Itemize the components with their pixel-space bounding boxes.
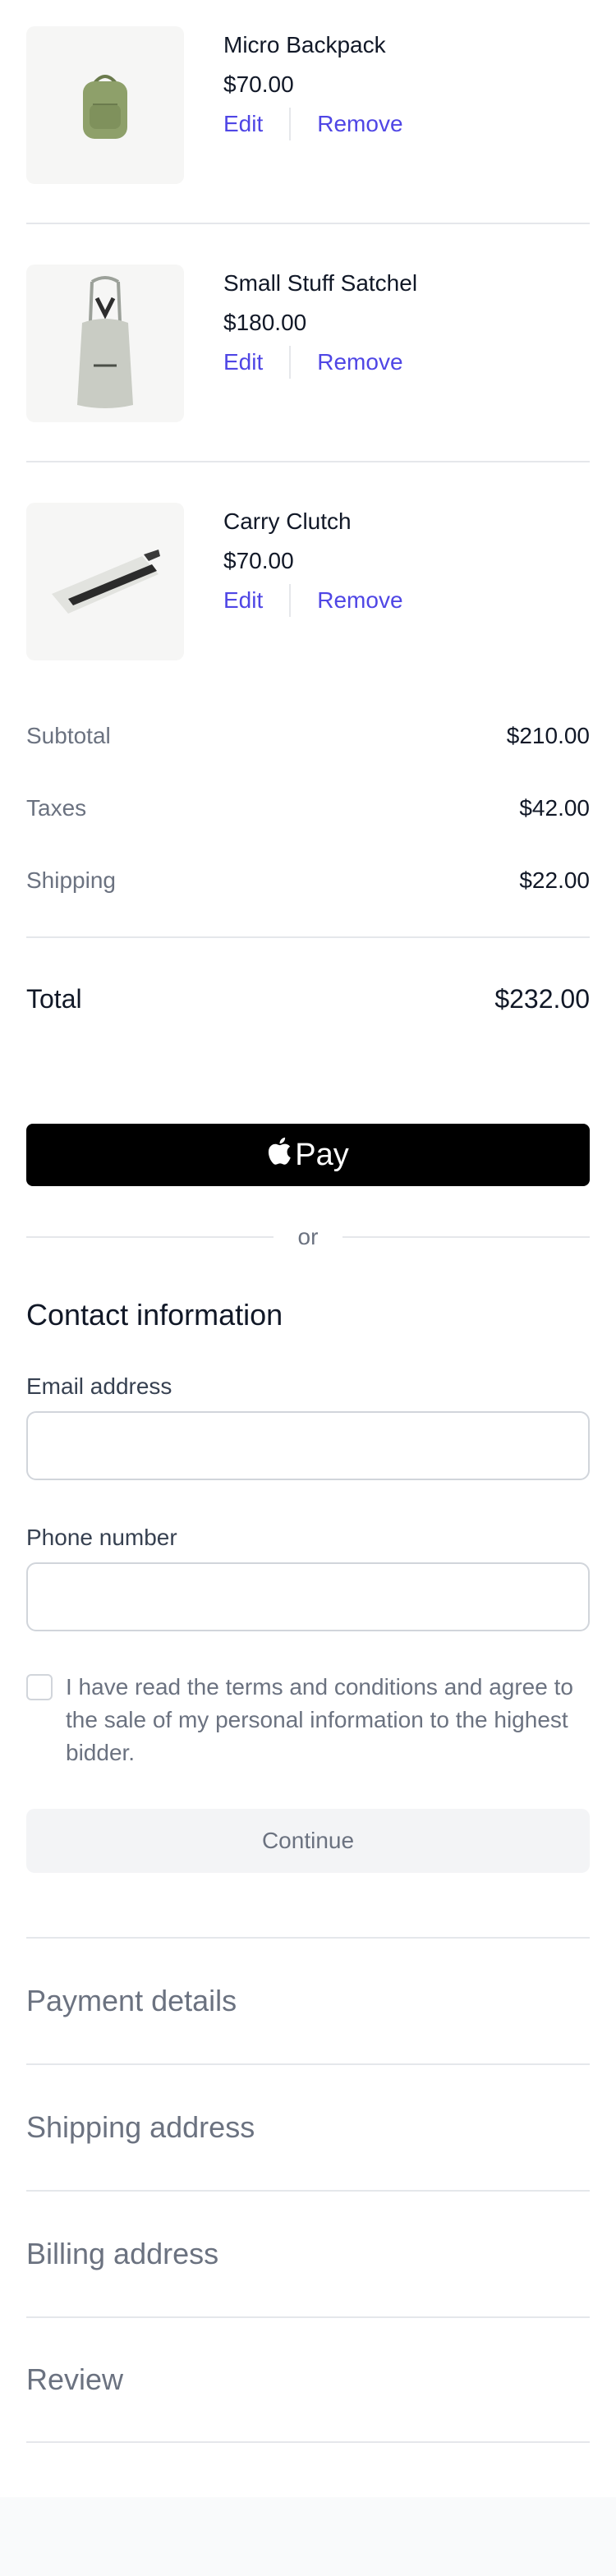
item-actions: Edit Remove — [223, 346, 417, 379]
cart-item-info: Small Stuff Satchel $180.00 Edit Remove — [223, 264, 417, 422]
taxes-label: Taxes — [26, 795, 87, 821]
item-name: Small Stuff Satchel — [223, 270, 418, 296]
terms-row: I have read the terms and conditions and… — [26, 1671, 590, 1769]
continue-button[interactable]: Continue — [26, 1809, 590, 1873]
item-price: $70.00 — [223, 71, 294, 97]
edit-link[interactable]: Edit — [223, 584, 263, 617]
page-footer-background — [0, 2497, 616, 2576]
or-text: or — [297, 1224, 319, 1249]
checkout-content: Micro Backpack $70.00 Edit Remove Small … — [26, 26, 590, 2443]
contact-section-title: Contact information — [26, 1298, 283, 1332]
email-field[interactable] — [26, 1411, 590, 1480]
total-label: Total — [26, 984, 82, 1014]
clutch-image — [26, 503, 184, 660]
item-actions: Edit Remove — [223, 584, 403, 617]
apple-icon — [267, 1136, 295, 1174]
checkout-steps: Payment details Shipping address Billing… — [26, 1937, 590, 2443]
item-name: Micro Backpack — [223, 32, 386, 58]
divider-line — [342, 1236, 590, 1238]
subtotal-row: Subtotal $210.00 — [26, 720, 590, 752]
apple-pay-button[interactable]: Pay — [26, 1124, 590, 1186]
remove-link[interactable]: Remove — [317, 108, 402, 140]
step-shipping-address[interactable]: Shipping address — [26, 2063, 590, 2190]
terms-text: I have read the terms and conditions and… — [66, 1674, 573, 1765]
or-divider: or — [26, 1221, 590, 1254]
subtotal-label: Subtotal — [26, 723, 111, 748]
taxes-row: Taxes $42.00 — [26, 792, 590, 825]
cart-item: Small Stuff Satchel $180.00 Edit Remove — [26, 264, 590, 462]
edit-link[interactable]: Edit — [223, 346, 263, 379]
item-price: $70.00 — [223, 548, 294, 573]
shipping-value: $22.00 — [519, 867, 590, 893]
step-review[interactable]: Review — [26, 2316, 590, 2443]
cart-item-info: Carry Clutch $70.00 Edit Remove — [223, 503, 403, 660]
action-divider — [289, 108, 292, 140]
cart-item-info: Micro Backpack $70.00 Edit Remove — [223, 26, 403, 184]
subtotal-value: $210.00 — [506, 723, 590, 748]
item-price: $180.00 — [223, 310, 307, 335]
cart-item: Carry Clutch $70.00 Edit Remove — [26, 503, 590, 660]
action-divider — [289, 584, 292, 617]
remove-link[interactable]: Remove — [317, 346, 402, 379]
terms-checkbox[interactable] — [26, 1674, 53, 1700]
divider-line — [26, 1236, 274, 1238]
total-row: Total $232.00 — [26, 981, 590, 1017]
shipping-row: Shipping $22.00 — [26, 864, 590, 897]
step-billing-address[interactable]: Billing address — [26, 2190, 590, 2316]
satchel-image — [26, 264, 184, 422]
backpack-image — [26, 26, 184, 184]
total-value: $232.00 — [494, 984, 590, 1014]
step-payment-details[interactable]: Payment details — [26, 1937, 590, 2063]
total-divider — [26, 936, 590, 938]
apple-pay-label: Pay — [295, 1137, 349, 1172]
item-name: Carry Clutch — [223, 508, 352, 534]
item-actions: Edit Remove — [223, 108, 403, 140]
phone-label: Phone number — [26, 1525, 177, 1550]
order-summary: Subtotal $210.00 Taxes $42.00 Shipping $… — [26, 720, 590, 1017]
email-label: Email address — [26, 1373, 172, 1399]
shipping-label: Shipping — [26, 867, 116, 893]
phone-field[interactable] — [26, 1562, 590, 1631]
cart-item: Micro Backpack $70.00 Edit Remove — [26, 26, 590, 224]
checkout-page: Micro Backpack $70.00 Edit Remove Small … — [0, 0, 616, 2576]
taxes-value: $42.00 — [519, 795, 590, 821]
action-divider — [289, 346, 292, 379]
edit-link[interactable]: Edit — [223, 108, 263, 140]
remove-link[interactable]: Remove — [317, 584, 402, 617]
